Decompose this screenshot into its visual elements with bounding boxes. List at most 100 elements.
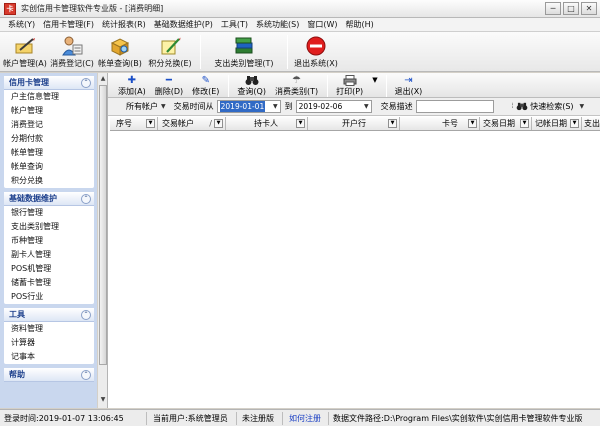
print-button[interactable]: 打印(P) [336, 73, 363, 97]
filter-dropdown-icon[interactable]: ▼ [296, 119, 305, 128]
query-button[interactable]: 查询(Q) [237, 73, 266, 97]
nav-item-data-management[interactable]: 资料管理 [4, 322, 94, 336]
nav-item-calculator[interactable]: 计算器 [4, 336, 94, 350]
nav-group-credit-card: 信用卡管理 ⌃ 户主信息管理 帐户管理 消费登记 分期付款 帐单管理 帐单查询 … [4, 76, 94, 188]
column-header[interactable]: 记帐日期 ▼ [532, 117, 582, 130]
person-register-icon [62, 36, 83, 56]
collapse-icon[interactable]: ⌃ [81, 309, 91, 320]
quick-search-button[interactable]: 快速检索(S) [516, 101, 574, 112]
nav-group-base-data: 基础数据维护 ⌃ 银行管理 支出类别管理 币种管理 副卡人管理 POS机管理 储… [4, 192, 94, 304]
printer-icon [343, 75, 357, 86]
scroll-up-icon[interactable]: ▲ [99, 74, 107, 84]
account-management-button[interactable]: 帐户管理(A) [2, 32, 48, 70]
nav-group-header[interactable]: 帮助 ⌃ [4, 368, 94, 382]
nav-item-bill-query[interactable]: 帐单查询 [4, 160, 94, 174]
delete-button[interactable]: ━ 删除(D) [155, 73, 183, 97]
collapse-icon[interactable]: ⌃ [81, 369, 91, 380]
maximize-button[interactable]: □ [563, 2, 579, 15]
expense-category-button[interactable]: 支出类别管理(T) [205, 32, 283, 70]
nav-item-expense-category[interactable]: 支出类别管理 [4, 220, 94, 234]
menu-reports[interactable]: 统计报表(R) [98, 19, 150, 30]
nav-group-header[interactable]: 信用卡管理 ⌃ [4, 76, 94, 90]
app-logo-icon: 卡 [4, 2, 16, 15]
nav-item-account-management[interactable]: 帐户管理 [4, 104, 94, 118]
collapse-icon[interactable]: ⌃ [81, 193, 91, 204]
delete-icon: ━ [165, 75, 172, 86]
nav-group-header[interactable]: 基础数据维护 ⌃ [4, 192, 94, 206]
close-button[interactable]: ✕ [581, 2, 597, 15]
record-toolbar: ✚ 添加(A) ━ 删除(D) ✎ 修改(E) 查询(Q) ☂ 消费类别(T) … [108, 73, 600, 98]
register-link[interactable]: 如何注册 [283, 411, 329, 425]
nav-item-pos-machine[interactable]: POS机管理 [4, 262, 94, 276]
print-dropdown-button[interactable]: ▼ [372, 73, 377, 86]
date-to-field[interactable]: 2019-02-06 ▼ [295, 100, 372, 113]
edit-button[interactable]: ✎ 修改(E) [192, 73, 219, 97]
filter-dropdown-icon[interactable]: ▼ [388, 119, 397, 128]
registration-status: 未注册版 [237, 411, 283, 425]
column-header[interactable]: 序号 ▼ [110, 117, 158, 130]
add-icon: ✚ [127, 75, 137, 86]
bill-query-button[interactable]: 帐单查询(B) [96, 32, 144, 70]
date-from-field[interactable]: 2019-01-01 ▼ [216, 100, 281, 113]
filter-dropdown-icon[interactable]: ▼ [214, 119, 223, 128]
exit-button[interactable]: ⇥ 退出(X) [395, 73, 423, 97]
binoculars-icon [245, 75, 259, 86]
points-exchange-button[interactable]: 积分兑换(E) [144, 32, 196, 70]
toolbar-separator [327, 75, 329, 97]
column-header[interactable]: 支出 [582, 117, 600, 130]
column-header[interactable]: 持卡人 ▼ [226, 117, 308, 130]
add-button[interactable]: ✚ 添加(A) [118, 73, 146, 97]
filter-dropdown-icon[interactable]: ▼ [570, 119, 579, 128]
account-select[interactable]: 所有帐户 [126, 101, 158, 112]
chevron-down-icon[interactable]: ▼ [161, 103, 166, 110]
exit-system-button[interactable]: 退出系统(X) [292, 32, 340, 70]
menu-window[interactable]: 窗口(W) [303, 19, 341, 30]
collapse-icon[interactable]: ⌃ [81, 77, 91, 88]
main-toolbar: 帐户管理(A) 消费登记(C) 帐单查询(B) 积分兑换(E) 支出类别管理(T… [0, 32, 600, 72]
edit-icon: ✎ [201, 75, 210, 86]
chevron-down-icon[interactable]: ▼ [364, 101, 369, 112]
chevron-down-icon[interactable]: ▼ [580, 103, 585, 110]
nav-item-debit-card[interactable]: 储蓄卡管理 [4, 276, 94, 290]
nav-item-bill-management[interactable]: 帐单管理 [4, 146, 94, 160]
scroll-thumb[interactable] [99, 85, 107, 365]
menu-base-data[interactable]: 基础数据维护(P) [150, 19, 217, 30]
nav-item-currency[interactable]: 币种管理 [4, 234, 94, 248]
consumption-category-button[interactable]: ☂ 消费类别(T) [275, 73, 318, 97]
nav-item-notepad[interactable]: 记事本 [4, 350, 94, 364]
chevron-down-icon[interactable]: ▼ [273, 101, 278, 112]
column-header[interactable]: 开户行 ▼ [308, 117, 400, 130]
column-header[interactable]: 卡号 ▼ [400, 117, 480, 130]
nav-item-points-exchange[interactable]: 积分兑换 [4, 174, 94, 188]
nav-item-pos-industry[interactable]: POS行业 [4, 290, 94, 304]
nav-group-help: 帮助 ⌃ [4, 368, 94, 382]
filter-dropdown-icon[interactable]: ▼ [468, 119, 477, 128]
column-header[interactable]: 交易帐户 / ▼ [158, 117, 226, 130]
filter-dropdown-icon[interactable]: ▼ [146, 119, 155, 128]
menu-tools[interactable]: 工具(T) [217, 19, 252, 30]
menu-system[interactable]: 系统(Y) [4, 19, 39, 30]
nav-item-installment[interactable]: 分期付款 [4, 132, 94, 146]
nav-item-secondary-cardholder[interactable]: 副卡人管理 [4, 248, 94, 262]
toolbar-separator [385, 75, 387, 97]
filter-options-icon[interactable]: ⦙ [512, 102, 514, 111]
binoculars-icon [516, 102, 528, 111]
minimize-button[interactable]: ─ [545, 2, 561, 15]
description-input[interactable] [415, 100, 494, 113]
menu-bar: 系统(Y) 信用卡管理(F) 统计报表(R) 基础数据维护(P) 工具(T) 系… [0, 18, 600, 32]
vertical-scrollbar[interactable]: ▲ ▼ [98, 73, 108, 408]
scroll-down-icon[interactable]: ▼ [99, 395, 107, 405]
grid-header: 序号 ▼ 交易帐户 / ▼ 持卡人 ▼ 开户行 ▼ 卡号 ▼ 交易日期 ▼ 记帐… [110, 117, 600, 131]
nav-item-consumption-register[interactable]: 消费登记 [4, 118, 94, 132]
menu-credit-card[interactable]: 信用卡管理(F) [39, 19, 98, 30]
menu-help[interactable]: 帮助(H) [342, 19, 378, 30]
filter-dropdown-icon[interactable]: ▼ [520, 119, 529, 128]
nav-item-bank-management[interactable]: 银行管理 [4, 206, 94, 220]
pen-card-icon [15, 38, 35, 54]
consumption-register-button[interactable]: 消费登记(C) [48, 32, 96, 70]
nav-item-owner-info[interactable]: 户主信息管理 [4, 90, 94, 104]
column-header[interactable]: 交易日期 ▼ [480, 117, 532, 130]
nav-group-header[interactable]: 工具 ⌃ [4, 308, 94, 322]
date-from-label: 交易时间从 [173, 102, 214, 111]
menu-system-functions[interactable]: 系统功能(S) [252, 19, 303, 30]
